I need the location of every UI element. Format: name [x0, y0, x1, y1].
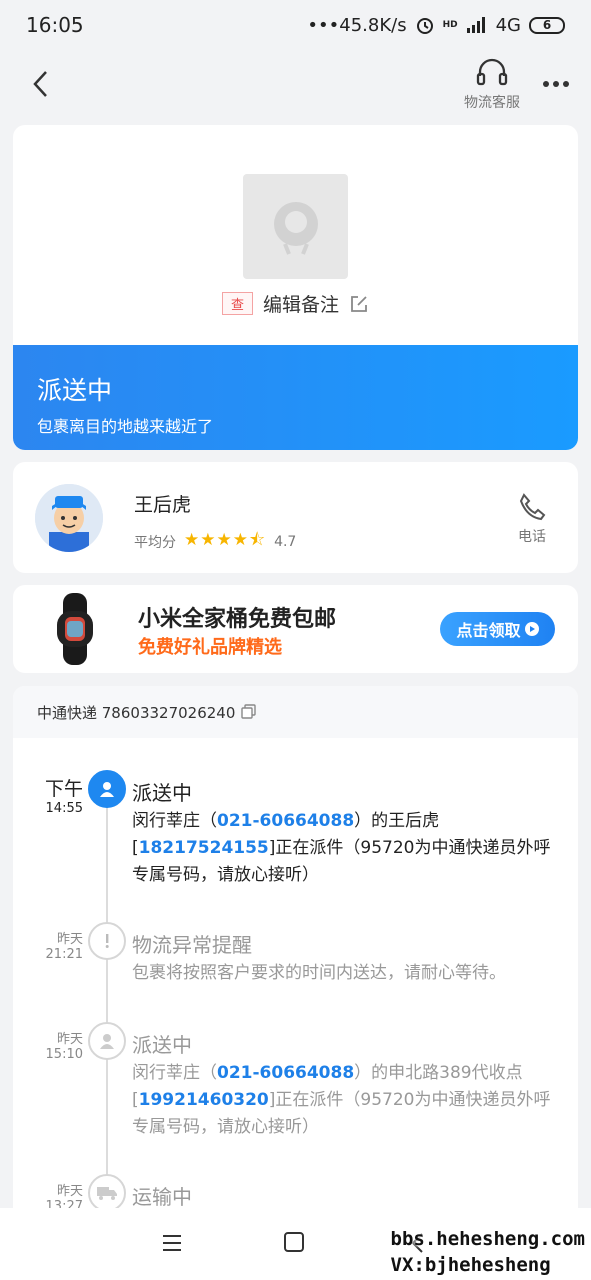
courier-avatar-icon — [35, 484, 103, 552]
courier-avatar — [35, 484, 103, 552]
more-icon — [543, 81, 569, 87]
event-time: 下午 14:55 — [13, 774, 83, 816]
rating-row: 平均分 ★★★★⯪ 4.7 — [134, 527, 296, 556]
network-type: 4G — [495, 14, 521, 36]
event-description: 闵行莘庄（021-60664088）的申北路389代收点[19921460320… — [132, 1060, 562, 1141]
event-title: 派送中 — [132, 781, 192, 805]
claim-button-label: 点击领取 — [456, 621, 521, 640]
battery-icon: 6 — [529, 16, 565, 34]
customer-service-button[interactable]: 物流客服 — [455, 58, 529, 116]
rating-label: 平均分 — [134, 534, 176, 551]
courier-card: 王后虎 平均分 ★★★★⯪ 4.7 电话 — [13, 462, 578, 573]
event-clock: 15:10 — [45, 1047, 83, 1062]
ad-subtitle: 免费好礼品牌精选 — [138, 637, 282, 658]
headset-icon — [476, 58, 508, 86]
desc-text: 闵行莘庄（ — [132, 1063, 217, 1083]
status-icons: •••45.8K/s HD 4G 6 — [307, 15, 565, 36]
placeholder-icon — [273, 201, 318, 255]
menu-icon[interactable] — [160, 1232, 184, 1254]
call-button[interactable]: 电话 — [505, 492, 559, 552]
truck-icon — [88, 1174, 126, 1212]
signal-icon — [466, 17, 485, 33]
smart-band-image — [57, 593, 93, 665]
edit-remark-label: 编辑备注 — [263, 294, 340, 316]
nav-bar: 物流客服 — [0, 50, 591, 122]
event-title: 物流异常提醒 — [132, 933, 252, 957]
person-icon — [88, 1022, 126, 1060]
courier-name: 王后虎 — [134, 494, 192, 516]
event-day: 昨天 — [56, 932, 83, 947]
event-time: 昨天 15:10 — [13, 1028, 83, 1062]
person-icon — [88, 770, 126, 808]
station-phone-link[interactable]: 021-60664088 — [217, 811, 354, 831]
hd-tag: HD — [442, 20, 458, 30]
event-day: 昨天 — [56, 1032, 83, 1047]
courier-phone-link[interactable]: 18217524155 — [139, 838, 269, 858]
star-rating-icon: ★★★★⯪ — [184, 530, 267, 550]
status-title: 派送中 — [37, 376, 113, 405]
clock: 16:05 — [26, 13, 84, 37]
event-clock: 14:55 — [45, 801, 83, 816]
play-icon — [524, 622, 539, 636]
rating-value: 4.7 — [274, 533, 297, 550]
back-button[interactable] — [22, 66, 58, 102]
status-subtitle: 包裹离目的地越来越近了 — [37, 417, 214, 436]
event-day: 昨天 — [56, 1184, 83, 1199]
status-bar: 16:05 •••45.8K/s HD 4G 6 — [0, 0, 591, 50]
ad-title: 小米全家桶免费包邮 — [138, 607, 337, 632]
remark-row[interactable]: 查 编辑备注 — [13, 290, 578, 317]
parcel-image[interactable] — [243, 174, 348, 279]
desc-text: 闵行莘庄（ — [132, 811, 217, 831]
timeline-line — [106, 786, 108, 1226]
watermark-line2: VX:bjhehesheng — [390, 1254, 551, 1276]
event-description: 包裹将按照客户要求的时间内送达，请耐心等待。 — [132, 963, 506, 983]
watermark: bbs.hehesheng.com VX:bjhehesheng — [391, 1226, 585, 1278]
event-clock: 21:21 — [45, 947, 83, 962]
copy-icon[interactable] — [241, 704, 257, 720]
tracking-number: 中通快递 78603327026240 — [37, 703, 236, 722]
query-tag: 查 — [221, 292, 253, 315]
event-description: 闵行莘庄（021-60664088）的王后虎[18217524155]正在派件（… — [132, 808, 562, 889]
tracking-card: 中通快递 78603327026240 下午 14:55 派送中 闵行莘庄（02… — [13, 686, 578, 1226]
battery-level: 6 — [542, 18, 552, 32]
more-button[interactable] — [538, 70, 574, 98]
event-title: 派送中 — [132, 1033, 192, 1057]
warning-icon — [88, 922, 126, 960]
phone-label: 电话 — [518, 529, 546, 545]
ad-banner[interactable]: 小米全家桶免费包邮 免费好礼品牌精选 点击领取 — [13, 585, 578, 673]
station-phone-link[interactable]: 021-60664088 — [217, 1063, 354, 1083]
pickup-phone-link[interactable]: 19921460320 — [139, 1090, 269, 1110]
alarm-icon — [416, 18, 433, 34]
chevron-left-icon — [33, 71, 47, 97]
claim-button[interactable]: 点击领取 — [440, 612, 555, 646]
network-speed: •••45.8K/s — [307, 14, 407, 36]
event-day: 下午 — [44, 778, 83, 800]
watermark-line1: bbs.hehesheng.com — [390, 1228, 585, 1250]
event-title: 运输中 — [132, 1185, 192, 1209]
home-button[interactable] — [284, 1232, 304, 1252]
parcel-card: 查 编辑备注 派送中 包裹离目的地越来越近了 — [13, 125, 578, 450]
edit-icon[interactable] — [349, 294, 369, 314]
status-banner: 派送中 包裹离目的地越来越近了 — [13, 345, 578, 450]
tracking-header: 中通快递 78603327026240 — [13, 686, 578, 738]
event-time: 昨天 21:21 — [13, 928, 83, 962]
service-label: 物流客服 — [464, 95, 520, 111]
phone-icon — [519, 493, 546, 521]
